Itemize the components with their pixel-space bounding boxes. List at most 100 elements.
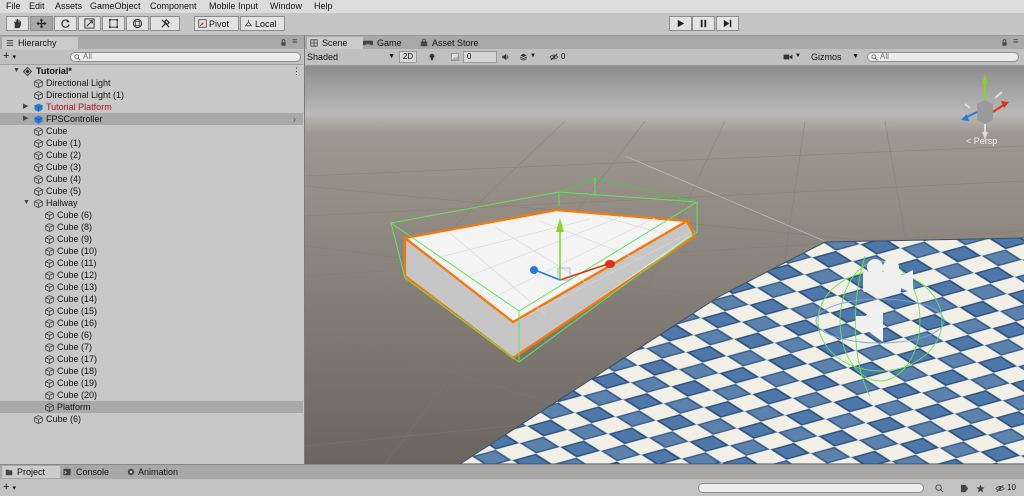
hierarchy-item[interactable]: ▶ FPSController ›: [0, 113, 303, 125]
hierarchy-item[interactable]: Cube (1): [0, 137, 303, 149]
collapse-arrow-icon[interactable]: ▼: [23, 197, 30, 209]
tab-asset-store-label: Asset Store: [432, 38, 479, 48]
panel-menu-icon[interactable]: ≡: [292, 36, 297, 46]
hierarchy-item[interactable]: Cube (10): [0, 245, 303, 257]
persp-label[interactable]: < Persp: [966, 136, 997, 146]
filter-type-icon[interactable]: [935, 484, 944, 493]
hierarchy-item[interactable]: Cube (17): [0, 353, 303, 365]
hierarchy-item-label: Cube (11): [57, 258, 97, 268]
hierarchy-item[interactable]: Cube (6): [0, 329, 303, 341]
transform-tool-button[interactable]: [126, 16, 149, 31]
local-toggle[interactable]: Local: [240, 16, 285, 31]
toggle-2d-button[interactable]: 2D: [399, 51, 417, 63]
hierarchy-item[interactable]: Cube (20): [0, 389, 303, 401]
hierarchy-item[interactable]: Cube (18): [0, 365, 303, 377]
hierarchy-item[interactable]: Cube (11): [0, 257, 303, 269]
scene-search-input[interactable]: All: [867, 52, 1019, 62]
hierarchy-item[interactable]: Cube (2): [0, 149, 303, 161]
step-button[interactable]: [716, 16, 739, 31]
hierarchy-item[interactable]: Cube (16): [0, 317, 303, 329]
effects-stack-icon[interactable]: [519, 53, 528, 61]
scale-tool-button[interactable]: [78, 16, 101, 31]
hierarchy-item[interactable]: Cube (6): [0, 209, 303, 221]
tab-animation[interactable]: Animation: [124, 466, 202, 478]
hierarchy-item[interactable]: Cube (19): [0, 377, 303, 389]
menu-file[interactable]: File: [6, 0, 21, 13]
hierarchy-item[interactable]: Platform: [0, 401, 303, 413]
hierarchy-item[interactable]: Cube: [0, 125, 303, 137]
hidden-eye-icon[interactable]: [549, 53, 559, 61]
hierarchy-item[interactable]: Cube (5): [0, 185, 303, 197]
hierarchy-item[interactable]: Cube (15): [0, 305, 303, 317]
expand-arrow-icon[interactable]: ▶: [23, 113, 28, 125]
menu-component[interactable]: Component: [150, 0, 197, 13]
project-create-button[interactable]: + ▾: [3, 481, 16, 495]
scene-menu-icon[interactable]: ⋮: [292, 65, 301, 77]
favorite-star-icon[interactable]: [976, 484, 985, 493]
hierarchy-item[interactable]: Cube (6): [0, 413, 303, 425]
hierarchy-item[interactable]: Cube (3): [0, 161, 303, 173]
hierarchy-item[interactable]: ▼ Hallway: [0, 197, 303, 209]
prefab-cube-icon: [34, 115, 43, 124]
hierarchy-item[interactable]: Cube (4): [0, 173, 303, 185]
hierarchy-search-input[interactable]: All: [70, 52, 301, 62]
lock-icon[interactable]: [280, 39, 287, 46]
project-search-input[interactable]: [698, 483, 924, 493]
menu-window[interactable]: Window: [270, 0, 302, 13]
filter-label-icon[interactable]: [960, 484, 969, 493]
hierarchy-item[interactable]: Cube (9): [0, 233, 303, 245]
effects-count-field[interactable]: 0: [463, 51, 497, 63]
hierarchy-item-label: Cube (6): [57, 210, 93, 220]
hierarchy-item-label: Cube (8): [57, 222, 93, 232]
tab-scene[interactable]: Scene: [307, 37, 363, 49]
tab-game[interactable]: Game: [361, 37, 418, 49]
lighting-bulb-icon[interactable]: [428, 53, 436, 61]
scene-viewport[interactable]: < Persp: [305, 66, 1024, 464]
tab-hierarchy[interactable]: Hierarchy: [2, 37, 78, 49]
hierarchy-item[interactable]: ▶ Tutorial Platform: [0, 101, 303, 113]
gizmos-dropdown[interactable]: Gizmos ▼: [811, 51, 859, 63]
hierarchy-item-label: Cube (15): [57, 306, 98, 316]
open-prefab-chevron-icon[interactable]: ›: [293, 113, 296, 125]
gameobject-cube-icon: [34, 163, 43, 172]
hierarchy-item-label: Cube (13): [57, 282, 98, 292]
hierarchy-item[interactable]: Directional Light: [0, 77, 303, 89]
scene-root-row[interactable]: ▼ Tutorial* ⋮: [0, 65, 303, 77]
move-tool-button[interactable]: [30, 16, 53, 31]
hierarchy-item[interactable]: Cube (13): [0, 281, 303, 293]
tab-scene-label: Scene: [322, 38, 348, 48]
hierarchy-item[interactable]: Cube (14): [0, 293, 303, 305]
grid-icon: [310, 39, 318, 47]
audio-speaker-icon[interactable]: [501, 53, 510, 61]
expand-arrow-icon[interactable]: ▶: [23, 101, 28, 113]
play-button[interactable]: [669, 16, 692, 31]
effects-dropdown-arrow-icon[interactable]: ▼: [530, 53, 536, 59]
scene-search-placeholder: All: [880, 52, 889, 61]
hierarchy-item[interactable]: Cube (8): [0, 221, 303, 233]
hidden-packages-eye-icon[interactable]: [995, 484, 1005, 493]
custom-tool-button[interactable]: [150, 16, 180, 31]
collapse-arrow-icon[interactable]: ▼: [13, 65, 20, 77]
rect-tool-button[interactable]: [102, 16, 125, 31]
menu-help[interactable]: Help: [314, 0, 333, 13]
hierarchy-item[interactable]: Cube (7): [0, 341, 303, 353]
tab-asset-store[interactable]: Asset Store: [417, 37, 507, 49]
image-icon[interactable]: [451, 53, 459, 61]
shading-mode-dropdown[interactable]: Shaded ▼: [307, 51, 395, 63]
hierarchy-item[interactable]: Directional Light (1): [0, 89, 303, 101]
menu-assets[interactable]: Assets: [55, 0, 82, 13]
hierarchy-item[interactable]: Cube (12): [0, 269, 303, 281]
menu-gameobject[interactable]: GameObject: [90, 0, 141, 13]
pause-button[interactable]: [692, 16, 715, 31]
scene-panel-menu-icon[interactable]: ≡: [1013, 36, 1018, 46]
scene-lock-icon[interactable]: [1001, 39, 1008, 46]
hand-tool-button[interactable]: [6, 16, 29, 31]
tab-console[interactable]: Console: [60, 466, 126, 478]
pivot-toggle[interactable]: Pivot: [194, 16, 239, 31]
camera-icon[interactable]: [783, 53, 793, 61]
rotate-tool-button[interactable]: [54, 16, 77, 31]
camera-dropdown-arrow-icon[interactable]: ▼: [795, 53, 801, 59]
tab-project[interactable]: Project: [2, 466, 60, 478]
menu-edit[interactable]: Edit: [29, 0, 45, 13]
menu-mobile-input[interactable]: Mobile Input: [209, 0, 258, 13]
